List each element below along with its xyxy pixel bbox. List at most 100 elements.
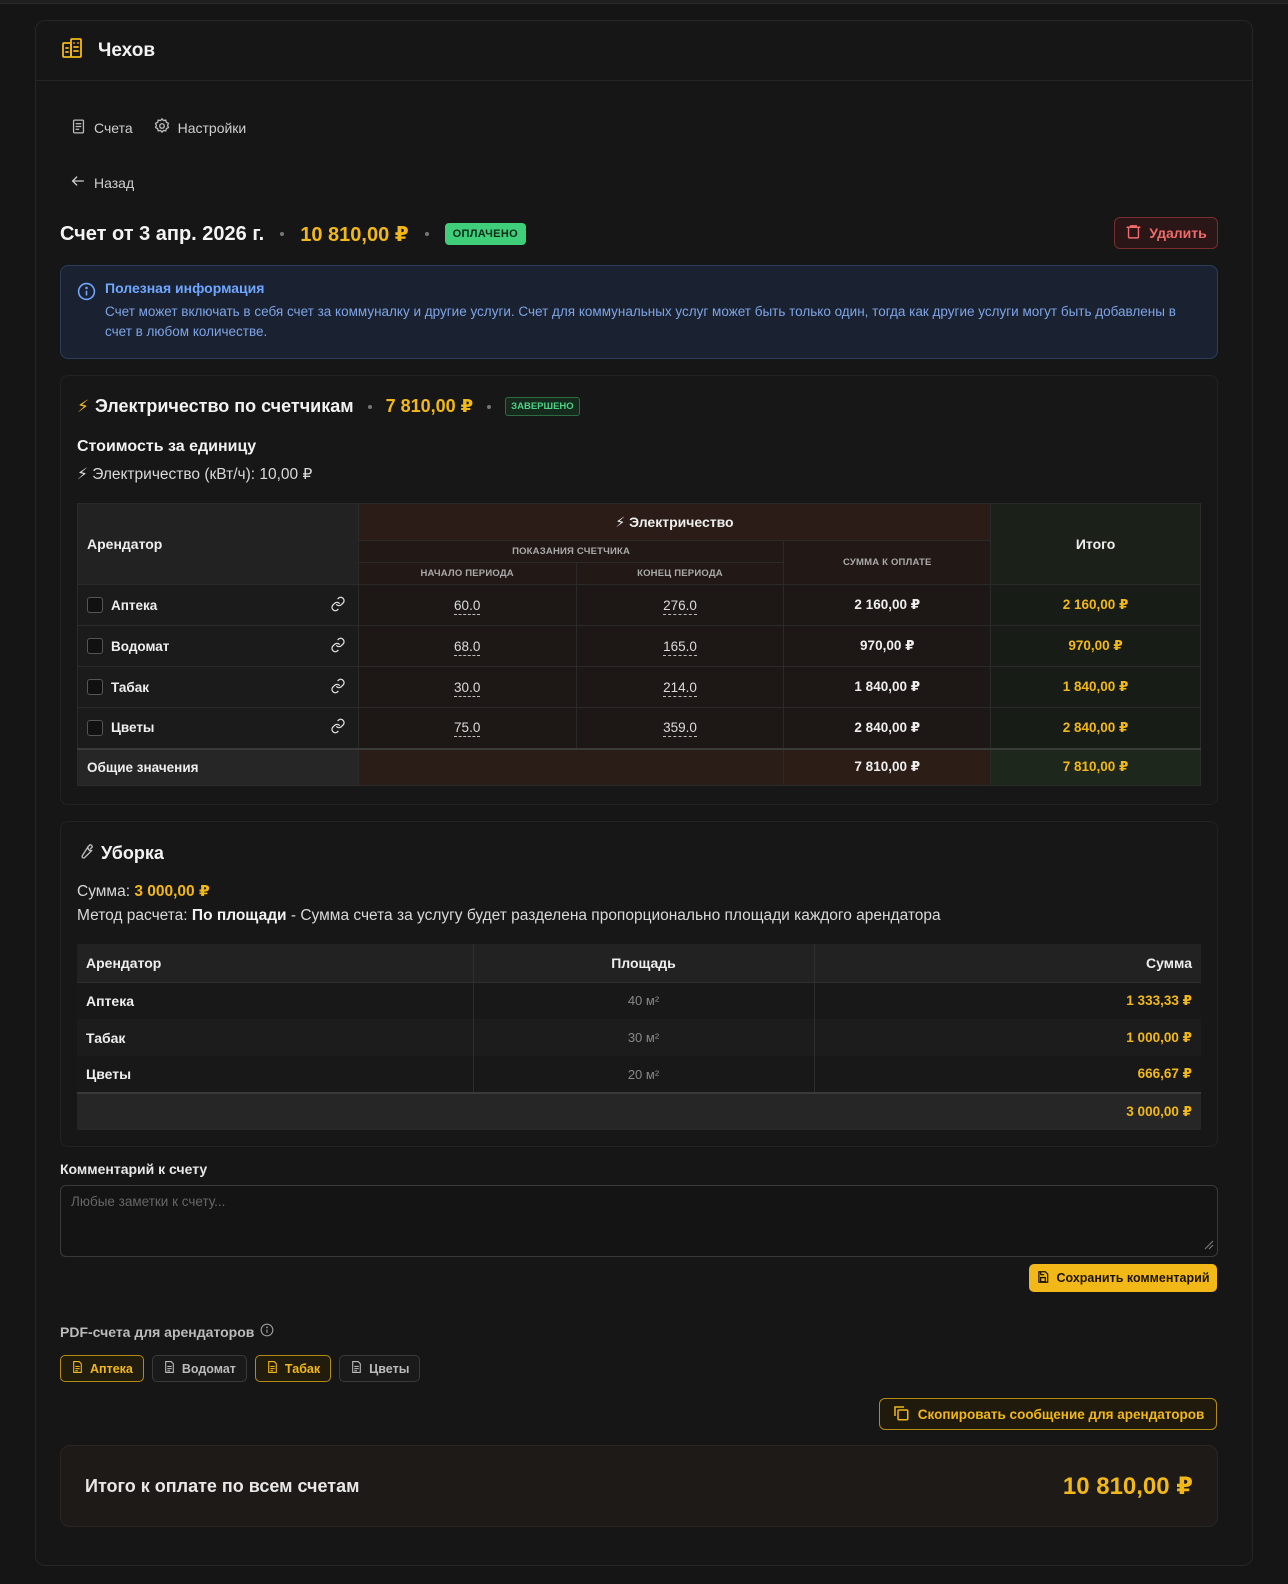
column-header-readings: ПОКАЗАНИЯ СЧЕТЧИКА — [357, 540, 785, 563]
file-icon — [266, 1360, 279, 1377]
tab-settings[interactable]: Настройки — [153, 117, 246, 138]
unit-cost-title: Стоимость за единицу — [77, 438, 257, 455]
separator-dot — [424, 232, 429, 236]
tenant-cell: Табак — [77, 666, 359, 708]
due-cell: 2 160,00 ₽ — [783, 584, 992, 626]
property-title: Чехов — [98, 39, 156, 61]
column-header-end: КОНЕЦ ПЕРИОДА — [575, 562, 785, 585]
reading-end[interactable]: 214.0 — [575, 666, 785, 708]
row-checkbox[interactable] — [87, 719, 103, 736]
comment-placeholder: Любые заметки к счету... — [71, 1194, 226, 1209]
save-comment-label: Сохранить комментарий — [1056, 1271, 1210, 1285]
column-header-start: НАЧАЛО ПЕРИОДА — [357, 562, 577, 585]
save-icon — [1036, 1270, 1050, 1287]
footer-label: Общие значения — [77, 747, 359, 786]
tenant-name: Табак — [77, 1019, 474, 1056]
due-cell: 1 840,00 ₽ — [783, 666, 992, 708]
tenant-name: Цветы — [111, 720, 155, 736]
cleaning-method: Метод расчета: По площади - Сумма счета … — [77, 907, 941, 924]
bill-heading: Счет от 3 апр. 2026 г. 10 810,00 ₽ ОПЛАЧ… — [60, 217, 1218, 251]
link-icon[interactable] — [330, 596, 346, 615]
info-icon[interactable] — [260, 1323, 274, 1340]
card-header: Чехов — [36, 21, 1252, 81]
table-row: Аптека 60.0 276.0 2 160,00 ₽ 2 160,00 ₽ — [77, 584, 1201, 626]
due-cell: 2 840,00 ₽ — [783, 707, 992, 749]
property-card: Чехов Счета Настройки Назад Счет от 3 ап… — [35, 20, 1253, 1566]
reading-start[interactable]: 68.0 — [357, 625, 577, 667]
table-row: Цветы 20 м² 666,67 ₽ — [77, 1056, 1201, 1093]
delete-button[interactable]: Удалить — [1114, 217, 1218, 249]
cleaning-title: Уборка — [101, 843, 164, 863]
separator-dot — [487, 404, 492, 409]
info-icon — [77, 282, 96, 306]
tenant-cell: Аптека — [77, 584, 359, 626]
column-header-area: Площадь — [473, 944, 815, 983]
tenant-name: Табак — [111, 679, 150, 695]
table-footer-row: Общие значения 7 810,00 ₽ 7 810,00 ₽ — [77, 747, 1201, 786]
copy-icon — [892, 1404, 910, 1425]
reading-start[interactable]: 30.0 — [357, 666, 577, 708]
browser-top-edge — [0, 0, 1288, 4]
delete-label: Удалить — [1149, 225, 1207, 241]
file-icon — [71, 1360, 84, 1377]
bill-amount: 10 810,00 ₽ — [300, 223, 409, 246]
area-cell: 30 м² — [473, 1019, 815, 1056]
footer-total: 7 810,00 ₽ — [990, 747, 1201, 786]
trash-icon — [1125, 223, 1142, 243]
total-cell: 2 160,00 ₽ — [990, 584, 1201, 626]
tenant-name: Цветы — [77, 1056, 474, 1093]
document-icon — [70, 118, 87, 138]
table-row: Табак 30.0 214.0 1 840,00 ₽ 1 840,00 ₽ — [77, 666, 1201, 708]
save-comment-button[interactable]: Сохранить комментарий — [1029, 1264, 1217, 1292]
row-checkbox[interactable] — [87, 679, 103, 695]
column-header-tenant: Арендатор — [77, 944, 474, 983]
row-checkbox[interactable] — [87, 597, 103, 613]
tenant-name: Аптека — [111, 597, 158, 613]
link-icon[interactable] — [330, 678, 346, 697]
file-icon — [163, 1360, 176, 1377]
total-cell: 970,00 ₽ — [990, 625, 1201, 667]
method-value: По площади — [191, 907, 287, 924]
electricity-amount: 7 810,00 ₽ — [385, 396, 474, 416]
reading-start[interactable]: 60.0 — [357, 584, 577, 626]
copy-message-button[interactable]: Скопировать сообщение для арендаторов — [879, 1398, 1217, 1430]
area-cell: 20 м² — [473, 1056, 815, 1093]
gear-icon — [153, 117, 171, 138]
row-checkbox[interactable] — [87, 638, 103, 654]
info-title: Полезная информация — [105, 280, 265, 296]
tab-bills[interactable]: Счета — [70, 118, 133, 138]
sum-cell: 1 333,33 ₽ — [814, 982, 1201, 1019]
tenant-cell: Водомат — [77, 625, 359, 667]
pdf-chip-vodomat[interactable]: Водомат — [151, 1355, 247, 1382]
reading-start[interactable]: 75.0 — [357, 707, 577, 749]
reading-end[interactable]: 165.0 — [575, 625, 785, 667]
status-badge: ОПЛАЧЕНО — [444, 223, 526, 245]
table-row: Цветы 75.0 359.0 2 840,00 ₽ 2 840,00 ₽ — [77, 707, 1201, 749]
comment-textarea[interactable]: Любые заметки к счету... — [60, 1185, 1218, 1257]
pdf-chip-apteka[interactable]: Аптека — [60, 1355, 144, 1382]
pdf-chip-tsvety[interactable]: Цветы — [339, 1355, 421, 1382]
cleaning-sum: Сумма: 3 000,00 ₽ — [77, 883, 210, 900]
column-header-tenant: Арендатор — [77, 503, 359, 585]
bill-title: Счет от 3 апр. 2026 г. — [60, 222, 265, 245]
resize-handle-icon[interactable] — [1202, 1238, 1214, 1253]
column-header-due: СУММА К ОПЛАТЕ — [783, 540, 992, 585]
link-icon[interactable] — [330, 637, 346, 656]
table-row: Водомат 68.0 165.0 970,00 ₽ 970,00 ₽ — [77, 625, 1201, 667]
electricity-title: Электричество по счетчикам — [94, 396, 354, 416]
total-cell: 2 840,00 ₽ — [990, 707, 1201, 749]
back-link[interactable]: Назад — [70, 173, 134, 192]
link-icon[interactable] — [330, 718, 346, 737]
sum-cell: 666,67 ₽ — [814, 1056, 1201, 1093]
reading-end[interactable]: 276.0 — [575, 584, 785, 626]
wrench-icon — [77, 842, 95, 865]
building-icon — [60, 36, 84, 65]
footer-due: 7 810,00 ₽ — [783, 747, 992, 786]
electricity-header: ⚡ Электричество по счетчикам 7 810,00 ₽ … — [77, 396, 580, 417]
reading-end[interactable]: 359.0 — [575, 707, 785, 749]
total-cell: 1 840,00 ₽ — [990, 666, 1201, 708]
tenant-name: Аптека — [77, 982, 474, 1019]
sum-cell: 1 000,00 ₽ — [814, 1019, 1201, 1056]
due-cell: 970,00 ₽ — [783, 625, 992, 667]
pdf-chip-tabak[interactable]: Табак — [254, 1355, 332, 1382]
